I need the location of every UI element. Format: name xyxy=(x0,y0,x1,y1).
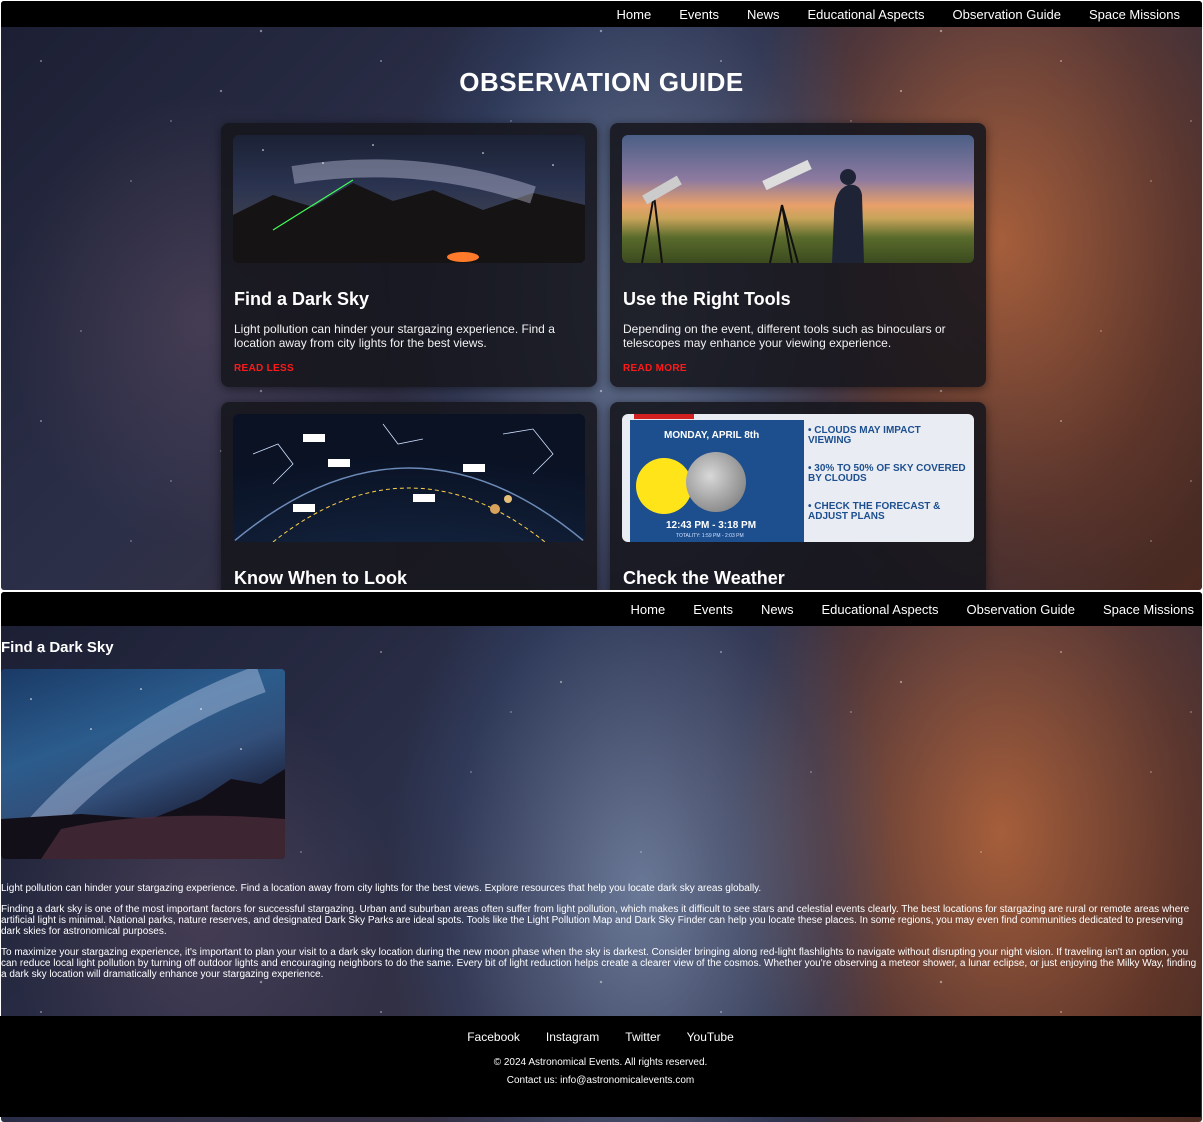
moon-icon xyxy=(686,452,746,512)
footer-link-twitter[interactable]: Twitter xyxy=(625,1030,660,1044)
card-description: Light pollution can hinder your stargazi… xyxy=(234,322,555,350)
totality-time: TOTALITY: 1:59 PM - 2:03 PM xyxy=(676,533,744,539)
nav-educational-aspects[interactable]: Educational Aspects xyxy=(821,602,938,617)
footer-link-youtube[interactable]: YouTube xyxy=(687,1030,734,1044)
card-title: Know When to Look xyxy=(234,568,407,588)
nav-home[interactable]: Home xyxy=(617,7,652,22)
footer-link-instagram[interactable]: Instagram xyxy=(546,1030,599,1044)
site-footer: Facebook Instagram Twitter YouTube © 202… xyxy=(0,1016,1201,1117)
card-image-sky-chart xyxy=(233,414,585,542)
card-check-weather: MONDAY, APRIL 8th 12:43 PM - 3:18 PM TOT… xyxy=(610,402,986,590)
contact-text: Contact us: info@astronomicalevents.com xyxy=(506,1075,695,1086)
read-more-button[interactable]: READ MORE xyxy=(623,363,687,374)
detail-title: Find a Dark Sky xyxy=(1,639,114,656)
footer-link-facebook[interactable]: Facebook xyxy=(467,1030,520,1044)
card-find-dark-sky: Find a Dark Sky Light pollution can hind… xyxy=(221,123,597,387)
card-image-weather-forecast: MONDAY, APRIL 8th 12:43 PM - 3:18 PM TOT… xyxy=(622,414,974,542)
card-image-dark-sky xyxy=(233,135,585,263)
card-description: Depending on the event, different tools … xyxy=(623,322,946,350)
detail-paragraph: Light pollution can hinder your stargazi… xyxy=(1,883,762,894)
card-title: Check the Weather xyxy=(623,568,785,588)
copyright-text: © 2024 Astronomical Events. All rights r… xyxy=(493,1057,708,1068)
forecast-accent-bar xyxy=(634,414,694,419)
sun-icon xyxy=(636,458,692,514)
card-know-when-to-look: Know When to Look xyxy=(221,402,597,590)
forecast-bullet: • CHECK THE FORECAST & ADJUST PLANS xyxy=(808,501,941,522)
nav-home[interactable]: Home xyxy=(631,602,666,617)
eclipse-time: 12:43 PM - 3:18 PM xyxy=(666,520,757,531)
forecast-bullet: • CLOUDS MAY IMPACT VIEWING xyxy=(808,425,921,446)
nav-events[interactable]: Events xyxy=(679,7,719,22)
detail-body: Light pollution can hinder your stargazi… xyxy=(1,883,1199,990)
forecast-bullet: • 30% TO 50% OF SKY COVERED BY CLOUDS xyxy=(808,463,966,484)
detail-paragraph: To maximize your stargazing experience, … xyxy=(1,947,1197,980)
observation-guide-screen: Home Events News Educational Aspects Obs… xyxy=(1,1,1202,590)
card-title: Use the Right Tools xyxy=(623,289,791,309)
card-right-tools: Use the Right Tools Depending on the eve… xyxy=(610,123,986,387)
nav-news[interactable]: News xyxy=(747,7,780,22)
page-title: OBSERVATION GUIDE xyxy=(459,67,744,97)
nav-observation-guide[interactable]: Observation Guide xyxy=(967,602,1075,617)
detail-image-milky-way xyxy=(1,669,285,859)
nav-observation-guide[interactable]: Observation Guide xyxy=(953,7,1061,22)
card-title: Find a Dark Sky xyxy=(234,289,370,309)
forecast-date: MONDAY, APRIL 8th xyxy=(664,430,760,441)
nav-educational-aspects[interactable]: Educational Aspects xyxy=(807,7,924,22)
nav-space-missions[interactable]: Space Missions xyxy=(1089,7,1180,22)
top-navigation: Home Events News Educational Aspects Obs… xyxy=(1,592,1202,626)
forecast-bullets: • CLOUDS MAY IMPACT VIEWING • 30% TO 50%… xyxy=(808,426,966,522)
read-less-button[interactable]: READ LESS xyxy=(234,363,294,374)
nav-events[interactable]: Events xyxy=(693,602,733,617)
nav-space-missions[interactable]: Space Missions xyxy=(1103,602,1194,617)
detail-paragraph: Finding a dark sky is one of the most im… xyxy=(1,904,1190,937)
nav-news[interactable]: News xyxy=(761,602,794,617)
card-image-telescopes xyxy=(622,135,974,263)
social-links: Facebook Instagram Twitter YouTube xyxy=(0,1030,1201,1044)
top-navigation: Home Events News Educational Aspects Obs… xyxy=(1,1,1202,27)
